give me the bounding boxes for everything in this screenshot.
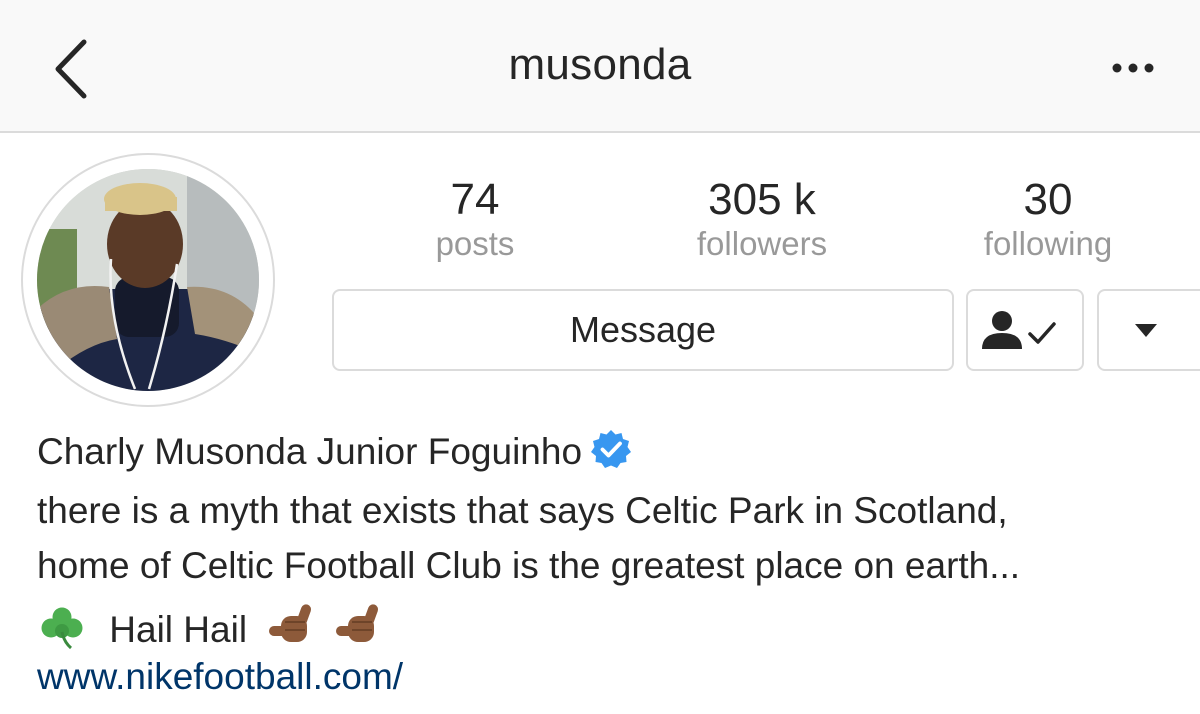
- followers-count: 305 k: [708, 175, 816, 224]
- following-label: following: [983, 225, 1113, 262]
- message-button[interactable]: Message: [332, 289, 954, 371]
- bio-line-3: Hail Hail: [37, 600, 390, 651]
- person-check-icon: [982, 311, 1056, 349]
- ellipsis-icon[interactable]: [1108, 58, 1158, 78]
- page-title: musonda: [508, 40, 692, 89]
- website-link[interactable]: www.nikefootball.com/: [37, 656, 403, 698]
- posts-label: posts: [435, 225, 515, 262]
- avatar[interactable]: [37, 169, 259, 391]
- triangle-down-icon: [1135, 324, 1157, 337]
- following-button[interactable]: [966, 289, 1084, 371]
- navigation-bar: musonda: [0, 0, 1200, 133]
- verified-badge-icon: [591, 430, 632, 468]
- bio-line-1: there is a myth that exists that says Ce…: [37, 490, 1008, 531]
- dropdown-button[interactable]: [1097, 289, 1200, 371]
- posts-stat[interactable]: 74 posts: [355, 174, 595, 262]
- following-count: 30: [1023, 175, 1073, 224]
- following-stat[interactable]: 30 following: [928, 174, 1168, 262]
- followers-stat[interactable]: 305 k followers: [642, 174, 882, 262]
- shamrock-icon: [41, 607, 83, 650]
- followers-label: followers: [696, 225, 828, 262]
- display-name-row: Charly Musonda Junior Foguinho: [37, 428, 632, 473]
- bio-line-2: home of Celtic Football Club is the grea…: [37, 545, 1021, 586]
- call-me-hand-icon: [335, 604, 378, 642]
- display-name: Charly Musonda Junior Foguinho: [37, 431, 583, 472]
- bio-hail-text: Hail Hail: [109, 609, 248, 650]
- posts-count: 74: [450, 175, 500, 224]
- call-me-hand-icon: [269, 604, 312, 642]
